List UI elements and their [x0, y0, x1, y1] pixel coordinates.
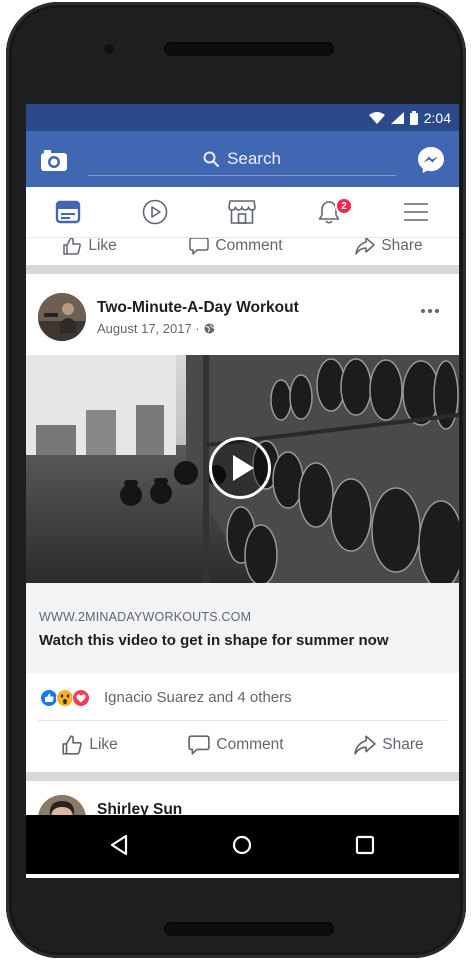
notification-badge: 2 [335, 197, 353, 215]
messenger-button[interactable] [417, 146, 445, 174]
comment-icon [189, 238, 210, 255]
back-button[interactable] [106, 831, 134, 859]
dot [421, 309, 425, 313]
search-placeholder: Search [227, 149, 281, 168]
share-icon [354, 735, 376, 755]
phone-screen: 2:04 Search 2 Like Comment Share Two-Min… [26, 104, 459, 878]
dot [435, 309, 439, 313]
reactions-summary[interactable]: Ignacio Suarez and 4 others [26, 673, 459, 721]
camera-icon [41, 150, 67, 171]
wow-reaction-icon [56, 689, 74, 707]
tab-notifications[interactable]: 2 [299, 187, 359, 237]
page-name[interactable]: Two-Minute-A-Day Workout [97, 299, 299, 317]
post-video[interactable] [26, 355, 459, 583]
share-label: Share [382, 736, 424, 753]
thumbs-up-icon [62, 735, 83, 755]
tab-watch[interactable] [125, 187, 185, 237]
prev-like-button[interactable]: Like [62, 238, 117, 256]
cell-signal-icon [390, 112, 404, 124]
prev-share-button[interactable]: Share [355, 238, 423, 256]
back-triangle-icon [110, 834, 128, 856]
status-time: 2:04 [423, 110, 451, 126]
post-header: Two-Minute-A-Day Workout August 17, 2017… [26, 275, 459, 355]
reactions-text: Ignacio Suarez and 4 others [104, 689, 292, 706]
battery-icon [409, 111, 418, 125]
comment-icon [188, 735, 211, 755]
camera-button[interactable] [40, 148, 68, 172]
dot [428, 309, 432, 313]
status-bar: 2:04 [26, 104, 459, 131]
post-actions: Like Comment Share [26, 721, 459, 769]
tab-bar: 2 [26, 187, 459, 238]
front-camera [103, 43, 115, 55]
search-icon [203, 151, 220, 167]
globe-icon [204, 323, 215, 334]
link-title: Watch this video to get in shape for sum… [39, 632, 389, 649]
wifi-icon [368, 112, 385, 124]
tab-marketplace[interactable] [212, 187, 272, 237]
post-separator [26, 772, 459, 781]
thumbs-up-icon [63, 238, 82, 255]
like-label: Like [89, 736, 118, 753]
prev-like-label: Like [88, 238, 117, 254]
prev-share-label: Share [381, 238, 423, 254]
recents-square-icon [355, 835, 375, 855]
comment-label: Comment [216, 736, 284, 753]
app-header: Search [26, 131, 459, 187]
play-button[interactable] [209, 437, 271, 499]
love-reaction-icon [72, 689, 90, 707]
post-separator [26, 265, 459, 274]
post-meta: August 17, 2017 · [97, 321, 215, 336]
tab-menu[interactable] [386, 187, 446, 237]
page-avatar-image [38, 293, 86, 341]
tab-news-feed[interactable] [38, 187, 98, 237]
post-date[interactable]: August 17, 2017 · [97, 321, 200, 336]
bottom-speaker [164, 922, 334, 936]
play-icon [233, 455, 254, 481]
comment-button[interactable]: Comment [188, 734, 284, 756]
share-button[interactable]: Share [354, 734, 424, 756]
storefront-icon [228, 200, 256, 224]
recents-button[interactable] [351, 831, 379, 859]
android-nav-bar [26, 815, 459, 874]
like-button[interactable]: Like [61, 734, 118, 756]
news-feed[interactable]: Like Comment Share Two-Minute-A-Day Work… [26, 238, 459, 878]
link-preview[interactable]: WWW.2MINADAYWORKOUTS.COM Watch this vide… [26, 583, 459, 673]
page-avatar[interactable] [38, 293, 86, 341]
share-icon [355, 238, 376, 255]
post-options-button[interactable] [421, 309, 443, 319]
hamburger-icon [404, 203, 428, 221]
search-bar[interactable]: Search [88, 143, 396, 176]
messenger-icon [418, 147, 444, 173]
home-button[interactable] [228, 831, 256, 859]
link-domain: WWW.2MINADAYWORKOUTS.COM [39, 610, 252, 624]
earpiece-speaker [164, 42, 334, 56]
play-circle-icon [142, 199, 168, 225]
prev-comment-label: Comment [215, 238, 283, 254]
reaction-icons [40, 689, 90, 707]
like-reaction-icon [40, 689, 58, 707]
news-feed-icon [55, 200, 81, 224]
home-circle-icon [232, 835, 252, 855]
previous-post-actions: Like Comment Share [26, 238, 459, 264]
prev-comment-button[interactable]: Comment [189, 238, 283, 256]
